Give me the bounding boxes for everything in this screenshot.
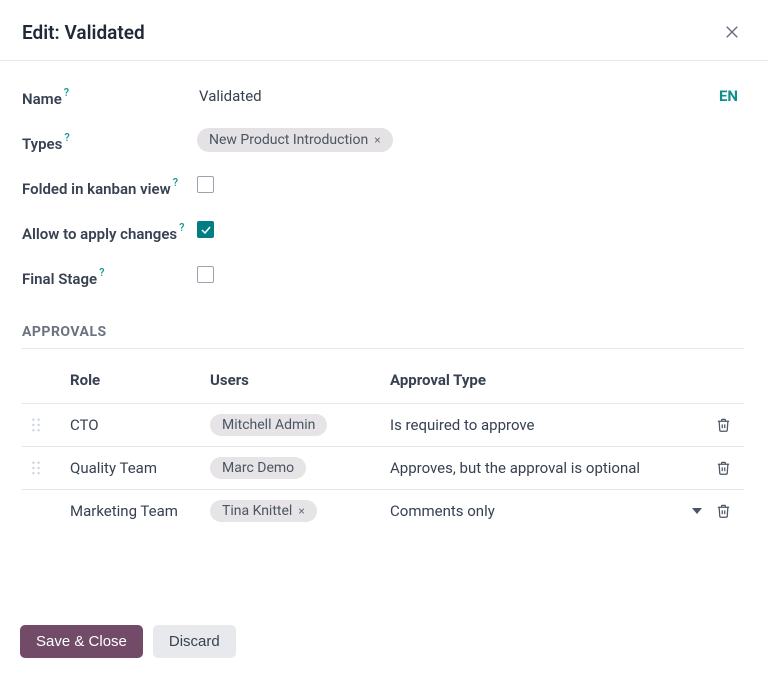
field-allow-changes-row: Allow to apply changes? [22,218,744,245]
dialog-header: Edit: Validated [0,0,768,61]
user-chip[interactable]: Mitchell Admin [210,414,327,436]
name-control: Validated EN [197,83,744,109]
chevron-down-icon[interactable] [692,502,702,520]
col-users: Users [210,357,390,404]
approval-type-cell[interactable]: Comments only [390,490,710,533]
final-stage-control [197,263,744,283]
allow-changes-label-text: Allow to apply changes [22,225,177,243]
approval-type-text: Approves, but the approval is optional [390,459,640,477]
role-cell[interactable]: Quality Team [70,447,210,490]
col-handle [22,357,70,404]
role-cell[interactable]: Marketing Team [70,490,210,533]
final-stage-label: Final Stage? [22,263,197,290]
field-types-row: Types? New Product Introduction × [22,128,744,155]
approval-type-cell[interactable]: Is required to approve [390,404,710,447]
allow-changes-control [197,218,744,238]
delete-row-button[interactable] [710,503,736,519]
delete-row-button[interactable] [710,417,736,433]
table-row: Marketing Team Tina Knittel × Comments only [22,490,744,533]
dialog-footer: Save & Close Discard [0,613,768,676]
help-icon[interactable]: ? [179,221,184,234]
table-row: Quality Team Marc Demo Approves, but the a… [22,447,744,490]
allow-changes-checkbox[interactable] [197,221,214,238]
users-cell[interactable]: Tina Knittel × [210,490,390,533]
types-control[interactable]: New Product Introduction × [197,128,744,152]
col-type: Approval Type [390,357,710,404]
types-label-text: Types [22,135,62,153]
approvals-table: Role Users Approval Type CTO Mitchell Adm… [22,357,744,532]
edit-stage-dialog: Edit: Validated Name? Validated EN Types… [0,0,768,676]
user-chip-label: Marc Demo [222,460,294,476]
save-close-button[interactable]: Save & Close [20,625,143,658]
help-icon[interactable]: ? [64,86,69,99]
users-cell[interactable]: Mitchell Admin [210,404,390,447]
type-tag[interactable]: New Product Introduction × [197,128,393,152]
remove-tag-icon[interactable]: × [374,133,380,147]
drag-handle-icon[interactable] [22,461,50,475]
close-button[interactable] [718,18,746,46]
name-label: Name? [22,83,197,110]
user-chip[interactable]: Marc Demo [210,457,306,479]
field-folded-row: Folded in kanban view? [22,173,744,200]
name-input[interactable]: Validated [197,83,264,109]
name-label-text: Name [22,90,62,108]
types-label: Types? [22,128,197,155]
col-trash [710,357,744,404]
folded-control [197,173,744,193]
drag-handle-icon[interactable] [22,418,50,432]
remove-user-icon[interactable]: × [298,504,304,518]
check-icon [200,224,212,236]
user-chip[interactable]: Tina Knittel × [210,500,317,522]
user-chip-label: Mitchell Admin [222,417,315,433]
field-name-row: Name? Validated EN [22,83,744,110]
col-role: Role [70,357,210,404]
approval-type-text: Comments only [390,502,495,520]
role-cell[interactable]: CTO [70,404,210,447]
type-tag-label: New Product Introduction [209,132,368,148]
final-stage-label-text: Final Stage [22,270,97,288]
folded-label: Folded in kanban view? [22,173,197,200]
allow-changes-label: Allow to apply changes? [22,218,197,245]
close-icon [723,23,741,41]
users-cell[interactable]: Marc Demo [210,447,390,490]
language-button[interactable]: EN [713,83,744,109]
approval-type-cell[interactable]: Approves, but the approval is optional [390,447,710,490]
discard-button[interactable]: Discard [153,625,236,658]
approvals-tbody: CTO Mitchell Admin Is required to approve Q… [22,404,744,533]
dialog-body: Name? Validated EN Types? New Product In… [0,61,768,613]
user-chip-label: Tina Knittel [222,503,292,519]
delete-row-button[interactable] [710,460,736,476]
help-icon[interactable]: ? [173,176,178,189]
approval-type-text: Is required to approve [390,416,535,434]
help-icon[interactable]: ? [64,131,69,144]
dialog-title: Edit: Validated [22,21,145,44]
approvals-section-title: APPROVALS [22,324,744,349]
table-row: CTO Mitchell Admin Is required to approve [22,404,744,447]
folded-checkbox[interactable] [197,176,214,193]
folded-label-text: Folded in kanban view [22,180,171,198]
final-stage-checkbox[interactable] [197,266,214,283]
field-final-stage-row: Final Stage? [22,263,744,290]
help-icon[interactable]: ? [99,266,104,279]
